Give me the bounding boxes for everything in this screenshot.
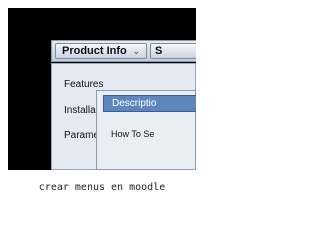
dropdown-item-features[interactable]: Features <box>64 79 103 90</box>
dropdown-item-installation[interactable]: Installa <box>64 105 96 116</box>
submenu: Descriptio How To Se <box>96 90 196 170</box>
dropdown-item-parameters[interactable]: Parame <box>64 130 99 141</box>
menu-item-label: S <box>155 45 163 57</box>
submenu-item-how-to[interactable]: How To Se <box>111 129 154 139</box>
preview-stage: Product Info ⌄ S Features Installa Param… <box>8 8 196 170</box>
submenu-item-description[interactable]: Descriptio <box>103 95 196 112</box>
menu-item-next[interactable]: S <box>150 43 196 59</box>
caption: crear menus en moodle <box>38 182 166 193</box>
menu-item-product-info[interactable]: Product Info ⌄ <box>55 43 147 59</box>
menu-bar: Product Info ⌄ S <box>51 40 196 62</box>
menu-item-label: Product Info <box>62 45 127 57</box>
chevron-down-icon: ⌄ <box>132 46 140 56</box>
